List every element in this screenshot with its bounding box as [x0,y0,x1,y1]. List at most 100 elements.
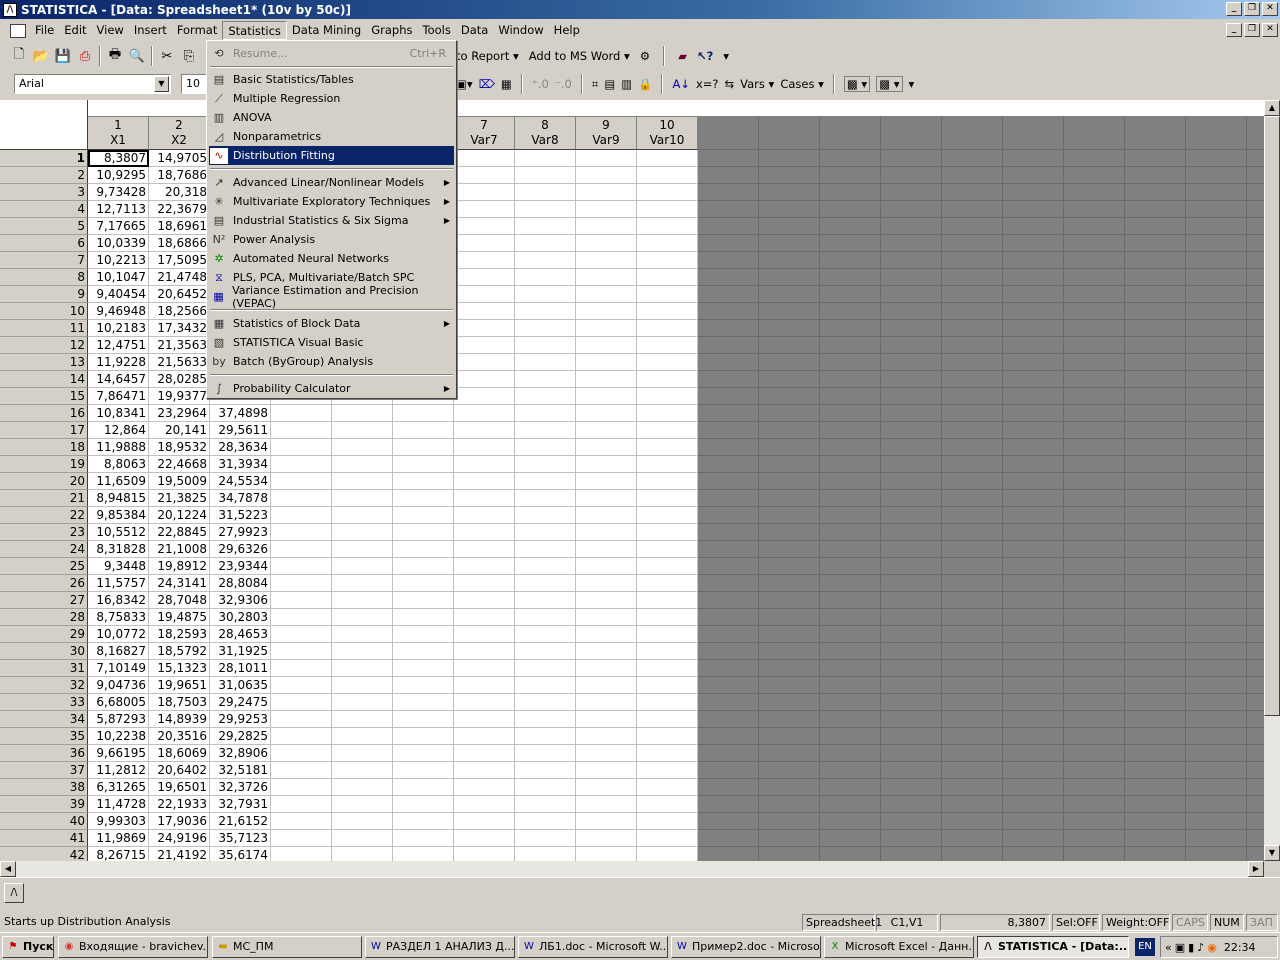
data-cell[interactable] [515,558,576,575]
row-header[interactable]: 11 [0,320,88,337]
data-cell[interactable] [637,235,698,252]
minimize-button[interactable]: _ [1226,2,1242,16]
data-cell[interactable]: 18,2566 [149,303,210,320]
data-cell[interactable] [515,728,576,745]
data-cell[interactable]: 11,6509 [88,473,149,490]
menu-format[interactable]: Format [172,21,223,40]
data-cell[interactable] [515,745,576,762]
data-cell[interactable] [515,371,576,388]
data-cell[interactable] [271,660,332,677]
menu-edit[interactable]: Edit [59,21,91,40]
data-cell[interactable] [515,184,576,201]
data-cell[interactable] [393,830,454,847]
data-cell[interactable] [515,677,576,694]
data-cell[interactable] [576,235,637,252]
spreadsheet-grid[interactable]: 1X12X234567Var78Var89Var910Var10 18,3807… [0,100,1264,861]
data-cell[interactable] [515,252,576,269]
data-cell[interactable] [454,371,515,388]
data-cell[interactable]: 9,46948 [88,303,149,320]
data-cell[interactable] [454,456,515,473]
menu-item-multiple-regression[interactable]: ⟋ Multiple Regression [209,89,454,108]
data-cell[interactable] [515,660,576,677]
data-cell[interactable] [393,575,454,592]
data-cell[interactable] [576,558,637,575]
data-cell[interactable] [637,830,698,847]
grid-icon[interactable]: ▦ [501,77,512,91]
row-header[interactable]: 7 [0,252,88,269]
data-cell[interactable] [637,796,698,813]
data-cell[interactable] [271,507,332,524]
data-cell[interactable] [515,796,576,813]
data-cell[interactable]: 24,9196 [149,830,210,847]
data-cell[interactable] [637,303,698,320]
status-sel[interactable]: Sel:OFF [1052,914,1100,931]
data-cell[interactable] [393,609,454,626]
data-cell[interactable]: 9,99303 [88,813,149,830]
data-cell[interactable]: 32,7931 [210,796,271,813]
data-cell[interactable] [332,592,393,609]
add-to-word-button[interactable]: Add to MS Word ▾ [529,49,630,63]
task-statistica[interactable]: /\ STATISTICA - [Data:... [977,936,1129,958]
formula-icon[interactable]: x=? [696,77,719,91]
data-cell[interactable] [332,745,393,762]
data-cell[interactable] [576,524,637,541]
row-header[interactable]: 36 [0,745,88,762]
data-cell[interactable]: 28,4653 [210,626,271,643]
data-cell[interactable] [393,796,454,813]
data-cell[interactable] [271,830,332,847]
toolbar2-more-icon[interactable]: ▾ [909,77,915,91]
data-cell[interactable] [576,201,637,218]
data-cell[interactable] [454,167,515,184]
row-header[interactable]: 30 [0,643,88,660]
row-header[interactable]: 26 [0,575,88,592]
data-cell[interactable] [637,252,698,269]
row-header[interactable]: 15 [0,388,88,405]
data-cell[interactable]: 11,5757 [88,575,149,592]
document-icon[interactable] [10,23,26,38]
data-cell[interactable] [515,541,576,558]
data-cell[interactable]: 17,5095 [149,252,210,269]
data-cell[interactable]: 21,3563 [149,337,210,354]
row-header[interactable]: 22 [0,507,88,524]
data-cell[interactable]: 19,6501 [149,779,210,796]
data-cell[interactable]: 30,2803 [210,609,271,626]
data-cell[interactable] [454,354,515,371]
data-cell[interactable] [576,405,637,422]
data-cell[interactable]: 20,141 [149,422,210,439]
data-cell[interactable] [637,286,698,303]
data-cell[interactable] [454,779,515,796]
data-cell[interactable] [637,541,698,558]
data-cell[interactable]: 20,318 [149,184,210,201]
data-cell[interactable]: 18,7686 [149,167,210,184]
case-specs-icon[interactable]: ▥ [621,77,632,91]
data-cell[interactable]: 20,3516 [149,728,210,745]
recalc-icon[interactable]: ⇆ [725,77,735,91]
data-cell[interactable] [454,626,515,643]
data-cell[interactable] [454,286,515,303]
sort-icon[interactable]: A↓ [672,77,690,91]
print-icon[interactable]: 🖶 [104,45,126,67]
data-cell[interactable] [515,456,576,473]
data-cell[interactable] [515,779,576,796]
data-cell[interactable]: 24,3141 [149,575,210,592]
data-cell[interactable] [454,337,515,354]
data-cell[interactable]: 10,8341 [88,405,149,422]
marking-icon[interactable]: ⌦ [479,77,495,91]
column-header[interactable]: 10 Var10 [637,117,698,150]
data-cell[interactable]: 32,5181 [210,762,271,779]
data-cell[interactable] [637,643,698,660]
data-cell[interactable] [637,558,698,575]
data-cell[interactable] [637,507,698,524]
data-cell[interactable] [637,422,698,439]
data-cell[interactable] [515,507,576,524]
data-cell[interactable] [576,711,637,728]
data-cell[interactable] [515,303,576,320]
data-cell[interactable] [576,813,637,830]
data-cell[interactable]: 10,5512 [88,524,149,541]
data-cell[interactable] [332,490,393,507]
data-cell[interactable] [454,252,515,269]
statistics-book-icon[interactable]: ▰ [678,49,687,63]
task-word-2[interactable]: W ЛБ1.doc - Microsoft W... [518,936,668,958]
data-cell[interactable] [576,422,637,439]
data-cell[interactable]: 29,2825 [210,728,271,745]
